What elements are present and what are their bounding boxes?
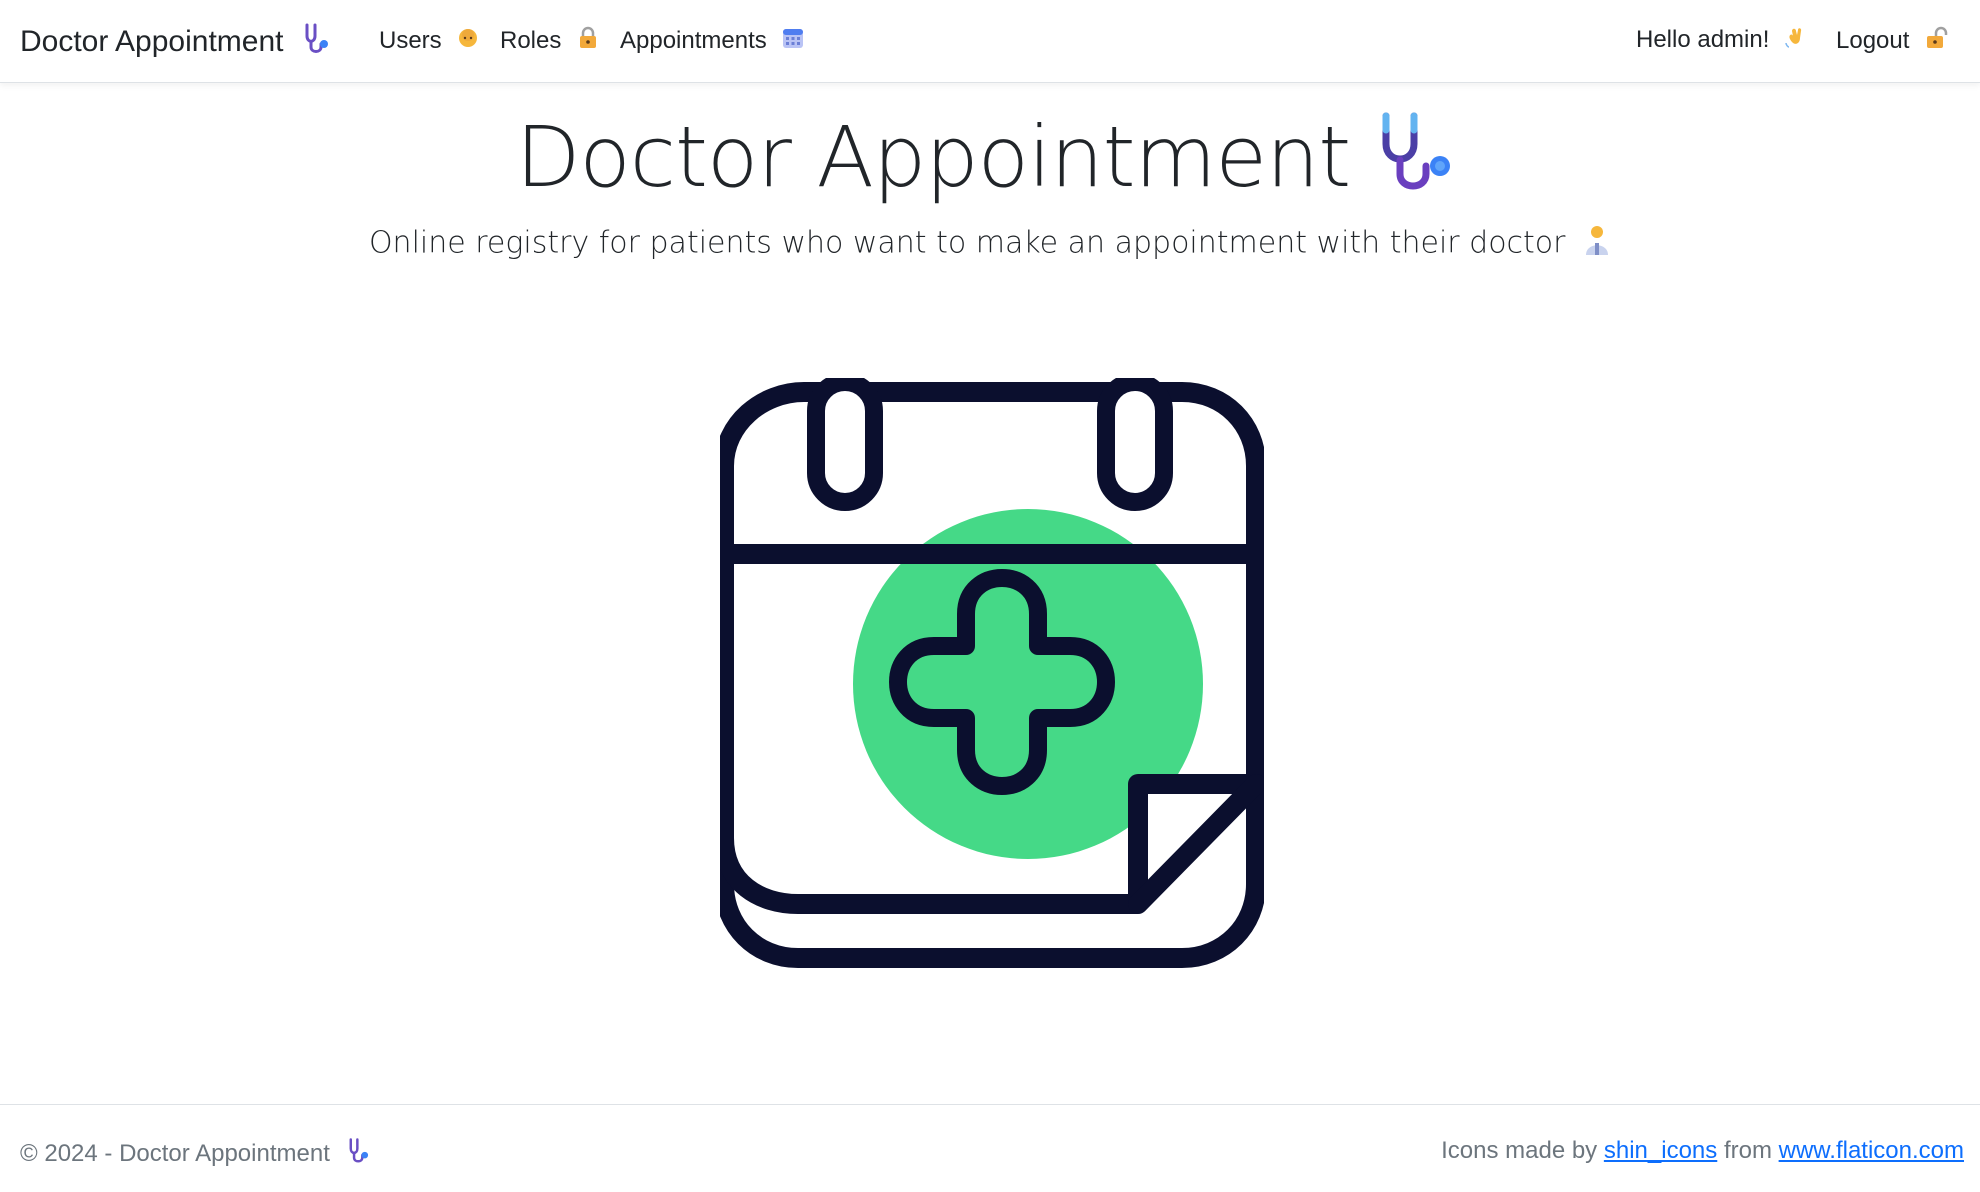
page-title: Doctor Appointment <box>0 108 1980 220</box>
footer: © 2024 - Doctor Appointment Icons made b… <box>0 1104 1980 1192</box>
brand-link[interactable]: Doctor Appointment <box>20 22 334 64</box>
stethoscope-icon <box>345 1137 373 1172</box>
doctor-icon <box>1583 224 1611 264</box>
unlock-icon <box>1924 26 1948 57</box>
credit-site-link[interactable]: www.flaticon.com <box>1779 1137 1964 1164</box>
page-subtitle: Online registry for patients who want to… <box>0 224 1980 264</box>
copyright-text: © 2024 - Doctor Appointment <box>20 1139 330 1167</box>
person-icon <box>456 26 480 57</box>
credit-middle: from <box>1723 1137 1772 1164</box>
stethoscope-icon <box>300 22 334 64</box>
page-subtitle-text: Online registry for patients who want to… <box>368 225 1566 261</box>
nav-roles-label: Roles <box>500 26 562 54</box>
greeting-label: Hello admin! <box>1636 25 1770 53</box>
lock-icon <box>576 26 600 57</box>
calendar-icon <box>781 26 805 57</box>
credit-prefix: Icons made by <box>1441 1137 1598 1164</box>
nav-users-label: Users <box>379 26 442 54</box>
greeting: Hello admin! <box>1636 25 1808 56</box>
nav-appointments-label: Appointments <box>620 26 767 54</box>
calendar-medical-cross-icon <box>714 373 1266 970</box>
footer-credits: Icons made by shin_icons from www.flatic… <box>1441 1137 1964 1165</box>
nav-roles[interactable]: Roles <box>500 26 600 57</box>
brand-label: Doctor Appointment <box>20 24 284 58</box>
waving-hand-icon <box>1784 25 1808 56</box>
footer-copyright: © 2024 - Doctor Appointment <box>20 1137 373 1172</box>
logout-link[interactable]: Logout <box>1836 26 1948 57</box>
logout-label: Logout <box>1836 26 1910 54</box>
credit-author-link[interactable]: shin_icons <box>1604 1137 1717 1164</box>
navbar: Doctor Appointment Users Roles Appointme… <box>0 0 1980 83</box>
stethoscope-icon <box>1374 110 1464 220</box>
nav-users[interactable]: Users <box>379 26 480 57</box>
nav-appointments[interactable]: Appointments <box>620 26 805 57</box>
page-title-text: Doctor Appointment <box>515 108 1352 206</box>
